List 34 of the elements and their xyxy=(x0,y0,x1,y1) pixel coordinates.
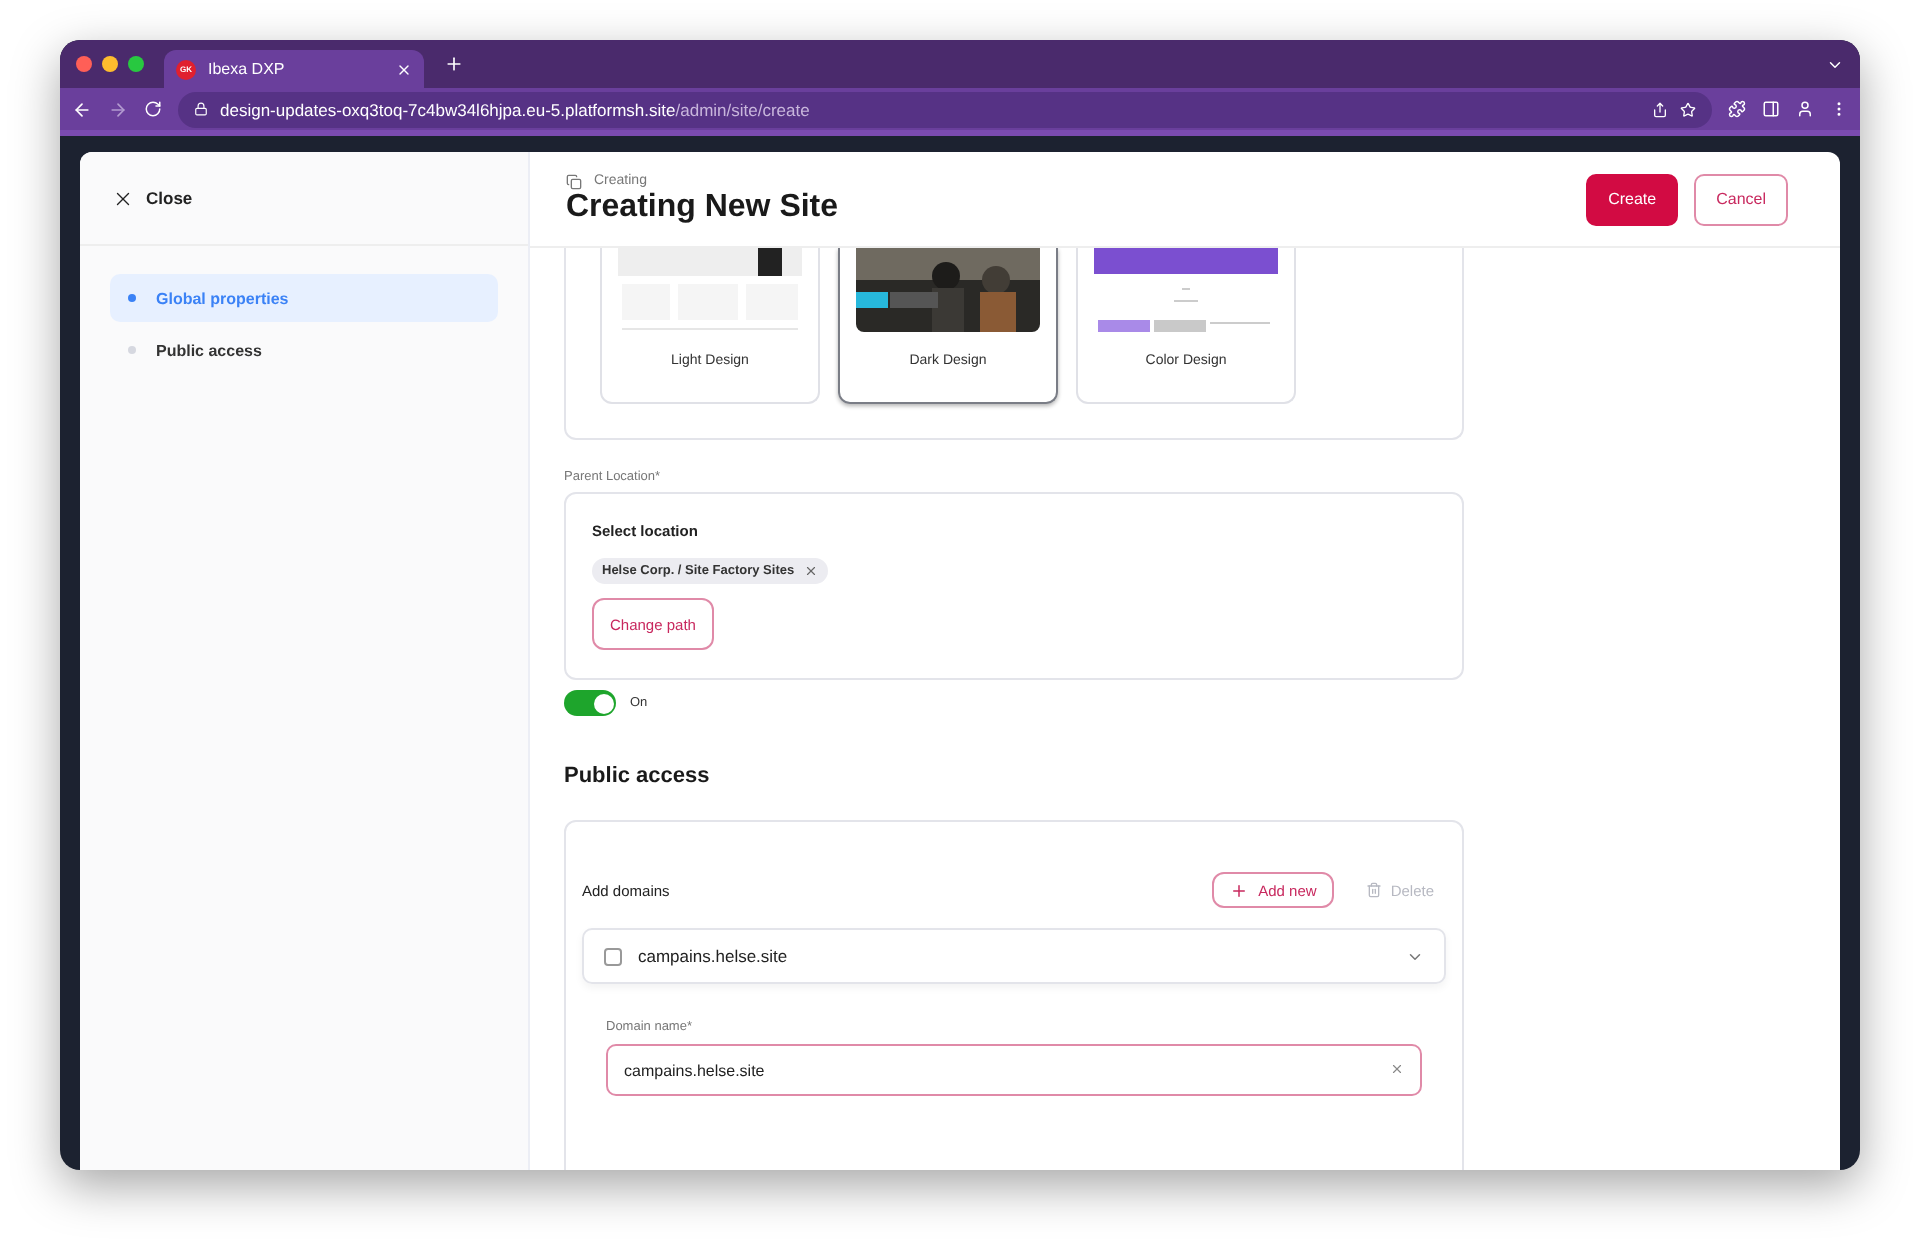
copy-icon xyxy=(566,173,582,189)
profile-icon[interactable] xyxy=(1796,100,1814,118)
reload-icon[interactable] xyxy=(144,100,162,118)
clear-icon[interactable] xyxy=(1390,1062,1404,1076)
domain-row[interactable]: campains.helse.site xyxy=(582,928,1446,984)
sidebar-item[interactable]: Public access xyxy=(110,326,498,374)
puzzle-icon[interactable] xyxy=(1728,100,1746,118)
tab-title: Ibexa DXP xyxy=(208,60,287,78)
forward-icon[interactable] xyxy=(108,99,128,119)
url-text: design-updates-oxq3toq-7c4bw34l6hjpa.eu-5.platformsh.site/admin/site/create xyxy=(220,99,810,119)
remove-icon[interactable] xyxy=(804,564,819,578)
window-minimize-control[interactable] xyxy=(102,56,118,72)
close-icon[interactable] xyxy=(396,61,412,77)
close-button[interactable]: Close xyxy=(112,187,193,209)
side-panel-icon[interactable] xyxy=(1762,100,1780,118)
window-zoom-control[interactable] xyxy=(128,56,144,72)
create-button[interactable]: Create xyxy=(1586,173,1679,225)
lock-icon xyxy=(194,102,208,116)
section-heading: Public access xyxy=(564,764,712,788)
plus-icon xyxy=(1230,881,1249,899)
cancel-button[interactable]: Cancel xyxy=(1694,173,1788,225)
domain-input[interactable]: campains.helse.site xyxy=(606,1044,1422,1096)
toggle-switch[interactable] xyxy=(564,690,616,716)
trash-icon xyxy=(1366,882,1383,898)
address-bar[interactable]: design-updates-oxq3toq-7c4bw34l6hjpa.eu-5.platformsh.site/admin/site/create xyxy=(178,91,1712,127)
back-icon[interactable] xyxy=(72,99,92,119)
star-icon[interactable] xyxy=(1680,101,1696,117)
share-icon[interactable] xyxy=(1652,101,1668,117)
new-tab-icon[interactable] xyxy=(444,54,464,74)
checkbox[interactable] xyxy=(604,947,622,965)
domain-name: campains.helse.site xyxy=(638,946,790,966)
close-icon xyxy=(112,187,134,209)
window-close-control[interactable] xyxy=(76,56,92,72)
page-title: Creating New Site xyxy=(566,189,841,225)
